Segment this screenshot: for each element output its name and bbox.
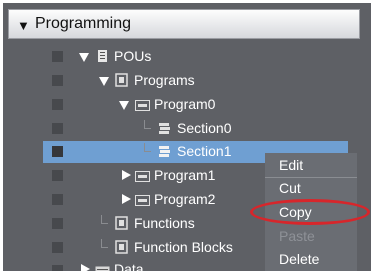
item-checkbox[interactable] [52,170,63,181]
item-checkbox[interactable] [52,194,63,205]
tree-item-program0[interactable]: Program0 [3,94,371,116]
menu-item-paste: Paste [279,228,315,244]
item-checkbox[interactable] [52,242,63,253]
tree-connector [101,239,108,248]
tree-item-label: Programs [134,72,195,88]
section-icon [158,144,171,158]
tree-item-label: Section0 [177,120,232,136]
data-icon [95,264,110,271]
menu-item-delete[interactable]: Delete [279,251,319,267]
copy-highlight-annotation [250,199,370,225]
menu-separator [265,177,357,178]
expand-down-icon[interactable] [99,77,109,86]
tree-item-label: Program0 [154,96,216,112]
program-icon [135,193,150,206]
item-checkbox[interactable] [52,51,63,62]
tree-item-label: Function Blocks [134,239,233,255]
item-checkbox[interactable] [52,75,63,86]
expand-right-icon[interactable] [81,264,90,271]
tree-item-section0[interactable]: Section0 [3,118,371,140]
expand-down-icon[interactable] [79,53,89,62]
programming-pane: ▼ Programming POUs Programs Program0 Sec… [3,3,371,271]
tree-connector [101,215,108,224]
tree-item-label: POUs [114,48,152,64]
tree-item-label: Functions [134,215,195,231]
function-blocks-folder-icon [115,240,128,254]
pou-folder-icon [96,49,109,63]
expand-right-icon[interactable] [122,194,131,204]
tree-item-pous[interactable]: POUs [3,46,371,68]
menu-item-cut[interactable]: Cut [279,180,301,196]
program-icon [135,98,150,111]
tree-item-label: Program1 [154,167,216,183]
tree-item-label: Program2 [154,191,216,207]
item-checkbox[interactable] [52,123,63,134]
item-checkbox[interactable] [52,146,63,157]
menu-item-edit[interactable]: Edit [279,157,303,173]
item-checkbox[interactable] [52,99,63,110]
programs-folder-icon [115,73,128,87]
tree-item-label: Data [114,261,144,271]
tree-connector [144,120,151,129]
program-icon [135,169,150,182]
item-checkbox[interactable] [52,218,63,229]
tree-item-programs[interactable]: Programs [3,70,371,92]
item-checkbox[interactable] [52,265,63,271]
functions-folder-icon [115,216,128,230]
expand-down-icon[interactable] [119,101,129,110]
tree-connector [144,143,151,152]
tree-item-label: Section1 [177,143,232,159]
section-icon [158,121,171,135]
expand-right-icon[interactable] [122,170,131,180]
